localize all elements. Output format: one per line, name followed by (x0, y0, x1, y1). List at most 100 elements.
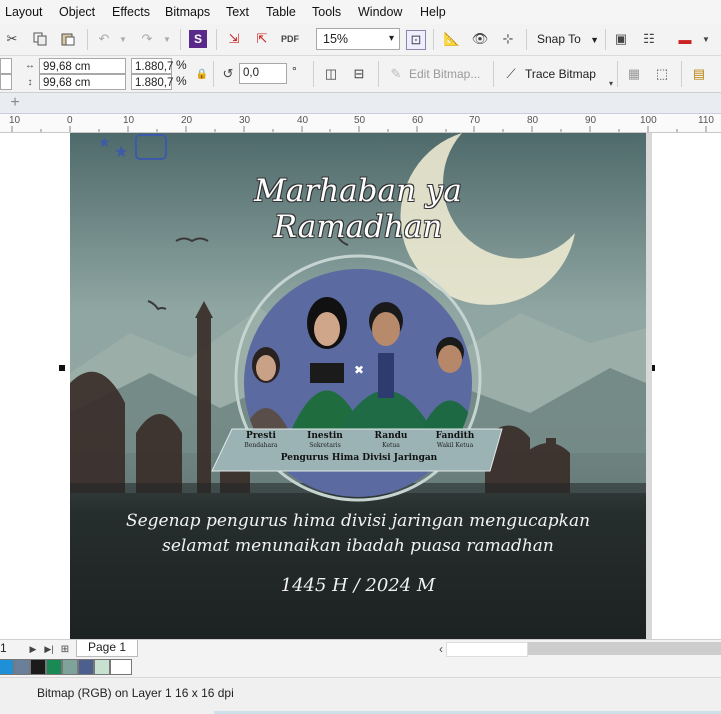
view-options-icon[interactable]: 👁 (471, 30, 489, 48)
menu-layout[interactable]: Layout (5, 5, 43, 19)
member-role: Ketua (382, 442, 400, 449)
member-name: Randu (374, 431, 408, 441)
menu-table[interactable]: Table (266, 5, 296, 19)
object-height-field[interactable]: 99,68 cm (39, 74, 126, 90)
publish-pdf-icon[interactable]: PDF (281, 30, 299, 48)
copy-icon[interactable] (31, 30, 49, 48)
show-rulers-icon[interactable]: 📐 (443, 30, 461, 48)
menu-tools[interactable]: Tools (312, 5, 341, 19)
document-tab-strip: + (0, 93, 721, 114)
page-tab[interactable]: Page 1 (76, 640, 138, 657)
ruler-label: 100 (640, 115, 657, 126)
color-swatch[interactable] (14, 659, 30, 675)
add-page-icon[interactable]: ⊞ (56, 640, 74, 658)
menu-bar: Layout Object Effects Bitmaps Text Table… (0, 0, 721, 25)
snap-grid-icon[interactable]: ⊹ (499, 30, 517, 48)
color-swatch[interactable] (0, 659, 14, 675)
object-width-field[interactable]: 99,68 cm (39, 58, 126, 74)
rotation-angle-field[interactable]: 0,0 (239, 63, 287, 84)
menu-object[interactable]: Object (59, 5, 95, 19)
options-icon[interactable]: ☷ (640, 30, 658, 48)
rotation-icon: ↺ (222, 66, 234, 81)
redo-icon[interactable]: ↷ (138, 30, 156, 48)
width-icon: ↔ (25, 59, 35, 71)
horizontal-ruler[interactable]: 10 0 10 20 30 40 50 60 70 80 90 100 110 (0, 114, 721, 133)
menu-effects[interactable]: Effects (112, 5, 150, 19)
cut-icon[interactable]: ✂ (3, 30, 21, 48)
color-swatch[interactable] (46, 659, 62, 675)
ruler-label: 60 (412, 115, 424, 126)
import-icon[interactable]: ⇲ (225, 30, 243, 48)
scale-x-field[interactable]: 1.880,7 (131, 58, 173, 74)
ruler-label: 90 (585, 115, 597, 126)
menu-help[interactable]: Help (420, 5, 446, 19)
status-bar: Bitmap (RGB) on Layer 1 16 x 16 dpi (0, 677, 721, 714)
degree-label: ° (292, 64, 297, 78)
snap-to-button[interactable]: Snap To ▼ (537, 32, 599, 46)
menu-bitmaps[interactable]: Bitmaps (165, 5, 210, 19)
height-icon: ↕ (27, 76, 33, 88)
color-swatch[interactable] (94, 659, 110, 675)
paste-icon[interactable] (59, 30, 77, 48)
ruler-label: 0 (67, 115, 73, 126)
color-swatch[interactable] (30, 659, 46, 675)
selection-handle-left[interactable] (59, 365, 65, 371)
ruler-label: 110 (698, 115, 714, 126)
selected-bitmap[interactable]: ★ ★ ✖ Marhaban ya Ramadhan Presti Bendah… (70, 133, 646, 639)
color-palette (0, 657, 721, 677)
trace-bitmap-button[interactable]: Trace Bitmap (525, 67, 596, 81)
ruler-label: 70 (469, 115, 481, 126)
page-number: 1 (0, 641, 7, 655)
mirror-horizontal-icon[interactable]: ◫ (322, 65, 340, 83)
ruler-label: 10 (9, 115, 21, 126)
horizontal-scrollbar-thumb[interactable] (446, 642, 528, 657)
member-role: Wakil Ketua (436, 442, 474, 449)
percent-y-label: % (176, 74, 187, 88)
trace-bitmap-icon[interactable]: ⟋ (502, 65, 520, 83)
export-icon[interactable]: ⇱ (253, 30, 271, 48)
ruler-label: 30 (239, 115, 251, 126)
ruler-label: 40 (297, 115, 309, 126)
add-document-icon[interactable]: + (6, 94, 24, 112)
ruler-label: 80 (527, 115, 539, 126)
horizontal-scrollbar-track[interactable] (528, 642, 721, 655)
launch-dropdown-icon[interactable]: ▼ (697, 30, 715, 48)
member-role: Sekretaris (309, 442, 341, 449)
launch-app-icon[interactable]: ▬ (676, 30, 694, 48)
position-x-field[interactable] (0, 58, 12, 74)
svg-text:✖: ✖ (354, 363, 364, 377)
mirror-vertical-icon[interactable]: ⊟ (350, 65, 368, 83)
menu-text[interactable]: Text (226, 5, 249, 19)
color-swatch[interactable] (110, 659, 132, 675)
color-swatch[interactable] (62, 659, 78, 675)
undo-icon[interactable]: ↶ (95, 30, 113, 48)
page-shadow (646, 133, 652, 639)
group-label: Pengurus Hima Divisi Jaringan (280, 453, 438, 463)
page-navigator: 1 ▶ ▶| ⊞ Page 1 ‹ (0, 639, 721, 658)
full-screen-preview-icon[interactable]: ⊡ (406, 30, 426, 50)
bitmap-color-mask-icon[interactable]: ▤ (690, 65, 708, 83)
ruler-label: 50 (354, 115, 366, 126)
zoom-level-select[interactable]: 15% ▾ (316, 28, 400, 50)
color-swatch[interactable] (78, 659, 94, 675)
ruler-label: 20 (181, 115, 193, 126)
edit-bitmap-icon[interactable]: ✎ (387, 65, 405, 83)
menu-window[interactable]: Window (358, 5, 402, 19)
svg-text:★: ★ (114, 144, 128, 161)
greeting-line-2: selamat menunaikan ibadah puasa ramadhan (162, 536, 554, 556)
crop-bitmap-icon[interactable]: ▦ (625, 65, 643, 83)
search-content-icon[interactable]: S (189, 30, 207, 48)
edit-bitmap-button[interactable]: Edit Bitmap... (409, 67, 480, 81)
member-role: Bendahara (244, 442, 278, 449)
member-name: Inestin (307, 431, 343, 441)
undo-dropdown-icon[interactable]: ▼ (114, 30, 132, 48)
scale-y-field[interactable]: 1.880,7 (131, 74, 173, 90)
welcome-screen-icon[interactable]: ▣ (612, 30, 630, 48)
lock-ratio-icon[interactable]: 🔒 (193, 65, 211, 83)
redo-dropdown-icon[interactable]: ▼ (158, 30, 176, 48)
status-text: Bitmap (RGB) on Layer 1 16 x 16 dpi (37, 686, 234, 700)
percent-x-label: % (176, 58, 187, 72)
edit-bitmap-node-icon[interactable]: ⬚ (653, 65, 671, 83)
position-y-field[interactable] (0, 74, 12, 90)
standard-toolbar: ✂ ↶ ▼ ↷ ▼ S ⇲ ⇱ PDF 15% ▾ ⊡ 📐 👁 ⊹ Snap T… (0, 24, 721, 56)
